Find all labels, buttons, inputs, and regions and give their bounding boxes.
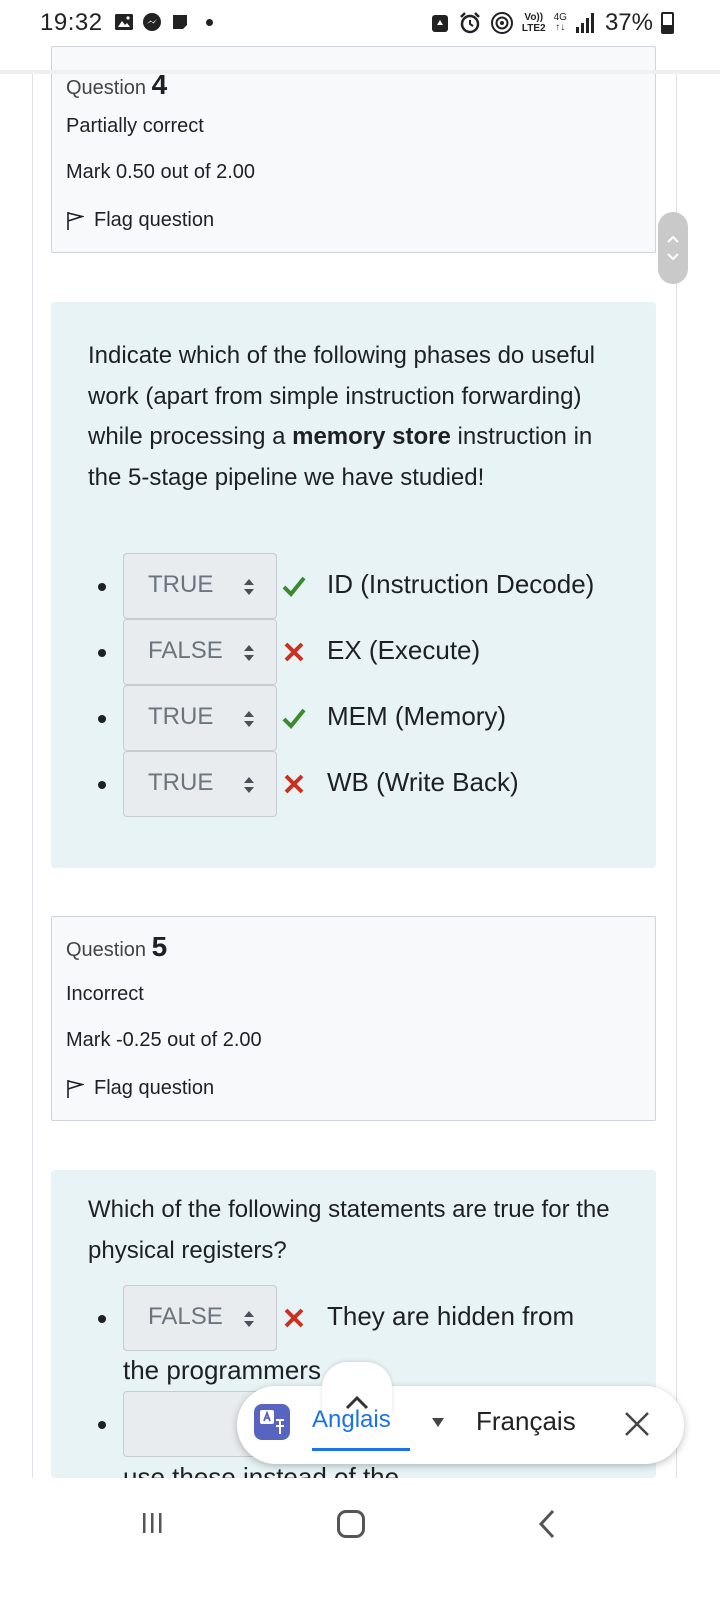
answer-label: MEM (Memory) — [327, 701, 507, 731]
answer-select[interactable]: FALSE — [123, 1285, 277, 1351]
data-arrows-icon: ↑↓ — [555, 22, 566, 33]
volte-bottom: LTE2 — [521, 23, 546, 34]
bullet — [98, 583, 106, 591]
select-updown-icon — [244, 777, 254, 793]
question-text-bold: memory store — [292, 423, 451, 450]
alarm-icon — [460, 12, 480, 34]
question-text: Which of the following statements are tr… — [88, 1196, 610, 1264]
question-text: Indicate which of the following phases d… — [88, 336, 618, 498]
bullet — [98, 781, 106, 789]
flag-question-link[interactable]: Flag question — [66, 209, 214, 232]
question-state: Incorrect — [66, 983, 144, 1005]
answer-label-continued: the programmers — [123, 1355, 321, 1385]
gallery-icon — [115, 14, 133, 30]
flag-question-label: Flag question — [94, 1077, 215, 1099]
answer-select[interactable]: TRUE — [123, 685, 277, 751]
bullet — [98, 649, 106, 657]
translate-icon — [254, 1404, 290, 1440]
answer-select[interactable]: TRUE — [123, 751, 277, 817]
home-button[interactable] — [337, 1510, 365, 1538]
answer-label: ID (Instruction Decode) — [327, 569, 595, 599]
answer-row: FALSE They are hidden from — [51, 1285, 656, 1351]
youtube-icon — [173, 15, 187, 29]
active-tab-indicator — [312, 1448, 410, 1451]
translate-glyph-icon — [260, 1410, 284, 1434]
question-label: Question — [66, 939, 147, 961]
cross-icon — [284, 1308, 304, 1328]
source-language-tab[interactable]: Anglais — [312, 1406, 391, 1434]
bullet — [98, 1315, 106, 1323]
question-number: Question 5 — [66, 931, 167, 963]
answer-select[interactable]: FALSE — [123, 619, 277, 685]
check-icon — [282, 576, 306, 597]
select-updown-icon — [244, 579, 254, 595]
question-grade: Mark 0.50 out of 2.00 — [66, 161, 256, 183]
status-right-icons: Vo)) LTE2 4G ↑↓ 37% — [430, 9, 674, 37]
question-4-info: Question 4 Partially correct Mark 0.50 o… — [51, 46, 656, 253]
status-time: 19:32 — [40, 9, 103, 36]
page-frame-left — [32, 74, 33, 1478]
select-value: FALSE — [148, 1303, 223, 1330]
messenger-icon — [143, 13, 161, 31]
translate-bar — [237, 1386, 684, 1464]
flag-icon — [67, 1079, 84, 1098]
page-frame-right — [676, 74, 677, 1478]
target-language-tab[interactable]: Français — [476, 1406, 576, 1437]
answer-label: WB (Write Back) — [327, 767, 519, 797]
navigation-bar — [0, 1478, 720, 1600]
recents-icon[interactable] — [140, 1511, 164, 1535]
bullet — [98, 715, 106, 723]
answer-label: EX (Execute) — [327, 635, 481, 665]
question-5-info: Question 5 Incorrect Mark -0.25 out of 2… — [51, 916, 656, 1121]
question-grade: Mark -0.25 out of 2.00 — [66, 1029, 262, 1051]
select-value: FALSE — [148, 637, 223, 664]
select-updown-icon — [244, 1311, 254, 1327]
flag-icon — [67, 211, 84, 230]
network-type: 4G ↑↓ — [554, 13, 567, 33]
flag-question-label: Flag question — [94, 209, 215, 231]
battery-icon — [661, 12, 674, 34]
question-4-content: Indicate which of the following phases d… — [51, 302, 656, 868]
top-divider — [0, 70, 720, 74]
battery-percent: 37% — [604, 9, 653, 36]
recycle-icon — [431, 15, 448, 32]
cross-icon — [284, 774, 304, 794]
scroll-handle[interactable] — [658, 212, 688, 284]
close-icon[interactable] — [622, 1409, 652, 1439]
bullet — [98, 1421, 106, 1429]
notification-icons — [114, 12, 213, 32]
question-state: Partially correct — [66, 115, 204, 137]
flag-question-link[interactable]: Flag question — [66, 1077, 214, 1100]
volte-top: Vo)) — [524, 12, 544, 23]
select-value: TRUE — [148, 703, 214, 730]
question-label: Question — [66, 77, 147, 99]
hotspot-icon — [490, 12, 513, 34]
signal-icon — [575, 13, 594, 33]
answer-select[interactable]: TRUE — [123, 553, 277, 619]
select-value: TRUE — [148, 769, 214, 796]
answer-row: TRUE WB (Write Back) — [51, 751, 656, 817]
select-value: TRUE — [148, 571, 214, 598]
cross-icon — [284, 642, 304, 662]
answer-row: FALSE EX (Execute) — [51, 619, 656, 685]
status-bar: 19:32 Vo)) LTE2 4G ↑↓ 37% — [0, 0, 720, 46]
answer-label: They are hidden from — [327, 1301, 575, 1331]
select-updown-icon — [244, 645, 254, 661]
answer-row: TRUE ID (Instruction Decode) — [51, 553, 656, 619]
check-icon — [282, 708, 306, 729]
chevron-down-icon — [667, 253, 679, 261]
volte-indicator: Vo)) LTE2 — [522, 12, 546, 34]
question-number-value: 5 — [151, 931, 168, 962]
select-updown-icon — [244, 711, 254, 727]
language-dropdown-icon[interactable] — [432, 1418, 444, 1427]
more-notifications-dot — [206, 18, 213, 26]
answer-row: TRUE MEM (Memory) — [51, 685, 656, 751]
back-icon[interactable] — [538, 1509, 556, 1539]
chevron-up-icon — [667, 235, 679, 243]
